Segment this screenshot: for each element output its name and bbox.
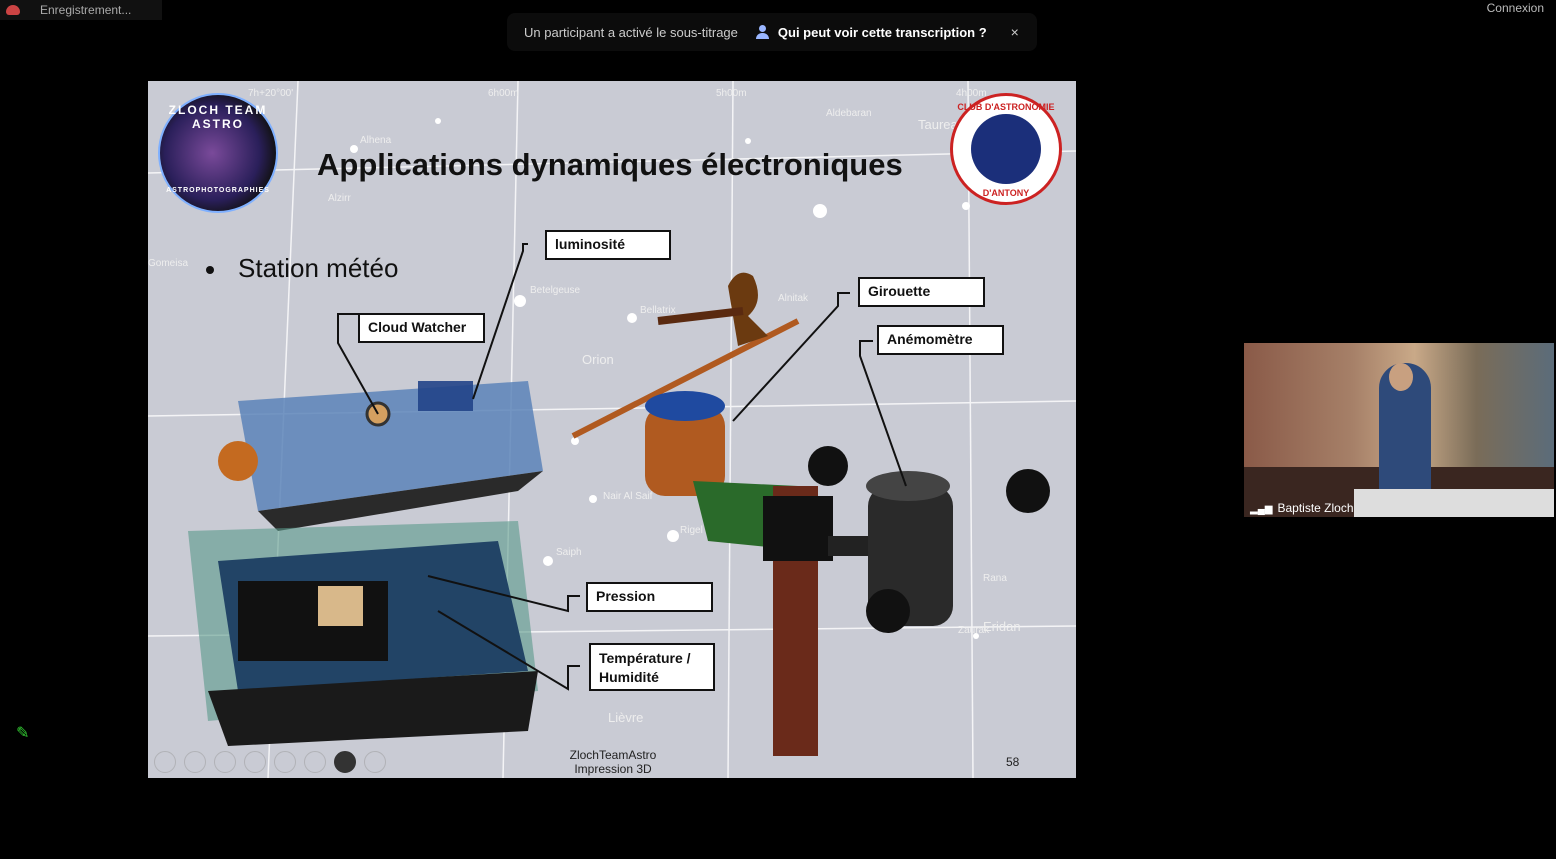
- slide-controls: [154, 751, 386, 773]
- subtitles-icon[interactable]: [304, 751, 326, 773]
- slide-page-number: 58: [1006, 755, 1020, 769]
- label-pression: Pression: [586, 582, 713, 612]
- svg-text:Zaurak: Zaurak: [958, 625, 990, 636]
- svg-text:Gomeisa: Gomeisa: [148, 258, 188, 269]
- slide-title: Applications dynamiques électroniques: [317, 147, 903, 182]
- svg-text:Rana: Rana: [983, 573, 1007, 584]
- svg-text:Alnitak: Alnitak: [778, 293, 809, 304]
- svg-text:Rigel: Rigel: [680, 525, 703, 536]
- zloch-team-astro-logo: ZLOCH TEAM ASTRO ASTROPHOTOGRAPHIES: [158, 93, 278, 213]
- camera-icon[interactable]: [334, 751, 356, 773]
- signal-bars-icon: ▂▄▆: [1250, 504, 1273, 515]
- caption-notification: Un participant a activé le sous-titrage …: [507, 13, 1037, 51]
- svg-text:Bellatrix: Bellatrix: [640, 305, 676, 316]
- participant-video-tile[interactable]: ▂▄▆ Baptiste Zloch: [1244, 343, 1554, 517]
- bullet-dot-icon: [206, 266, 214, 275]
- zoom-icon[interactable]: [274, 751, 296, 773]
- who-can-see-link[interactable]: Qui peut voir cette transcription ?: [778, 25, 987, 40]
- svg-text:Betelgeuse: Betelgeuse: [530, 285, 580, 296]
- slide-footer: ZlochTeamAstro Impression 3D: [569, 748, 657, 776]
- connexion-button[interactable]: Connexion: [1487, 0, 1544, 16]
- cloud-recording-icon: [6, 5, 20, 15]
- svg-text:Alhena: Alhena: [360, 135, 392, 146]
- svg-text:Aldebaran: Aldebaran: [826, 108, 872, 119]
- svg-text:Orion: Orion: [582, 352, 614, 367]
- svg-text:Saiph: Saiph: [556, 547, 582, 558]
- participant-name: ▂▄▆ Baptiste Zloch: [1250, 501, 1354, 515]
- label-cloud-watcher: Cloud Watcher: [358, 313, 485, 343]
- label-girouette: Girouette: [858, 277, 985, 307]
- recording-indicator[interactable]: Enregistrement...: [0, 0, 162, 20]
- person-icon: [755, 25, 770, 39]
- svg-text:5h00m: 5h00m: [716, 88, 747, 99]
- svg-text:Lièvre: Lièvre: [608, 710, 643, 725]
- next-icon[interactable]: [184, 751, 206, 773]
- notification-message: Un participant a activé le sous-titrage: [524, 24, 738, 40]
- label-temperature-humidite: Température / Humidité: [589, 643, 715, 691]
- svg-text:6h00m: 6h00m: [488, 88, 519, 99]
- club-astronomie-antony-logo: CLUB D'ASTRONOMIE D'ANTONY: [950, 93, 1062, 205]
- label-luminosite: luminosité: [545, 230, 671, 260]
- grid-view-icon[interactable]: [244, 751, 266, 773]
- label-anemometre: Anémomètre: [877, 325, 1004, 355]
- annotate-pen-icon[interactable]: ✎: [16, 723, 34, 742]
- recording-label: Enregistrement...: [40, 3, 132, 17]
- svg-text:Nair Al Saif: Nair Al Saif: [603, 491, 653, 502]
- svg-text:Alzirr: Alzirr: [328, 193, 351, 204]
- more-icon[interactable]: [364, 751, 386, 773]
- bullet-station-meteo: Station météo: [206, 253, 398, 284]
- close-icon[interactable]: ×: [1011, 24, 1019, 40]
- svg-text:7h+20°00': 7h+20°00': [248, 88, 293, 99]
- pen-tool-icon[interactable]: [214, 751, 236, 773]
- shared-slide: 7h+20°00' 6h00m 5h00m 4h00m Alhena Alzirr Gom…: [148, 81, 1076, 778]
- previous-icon[interactable]: [154, 751, 176, 773]
